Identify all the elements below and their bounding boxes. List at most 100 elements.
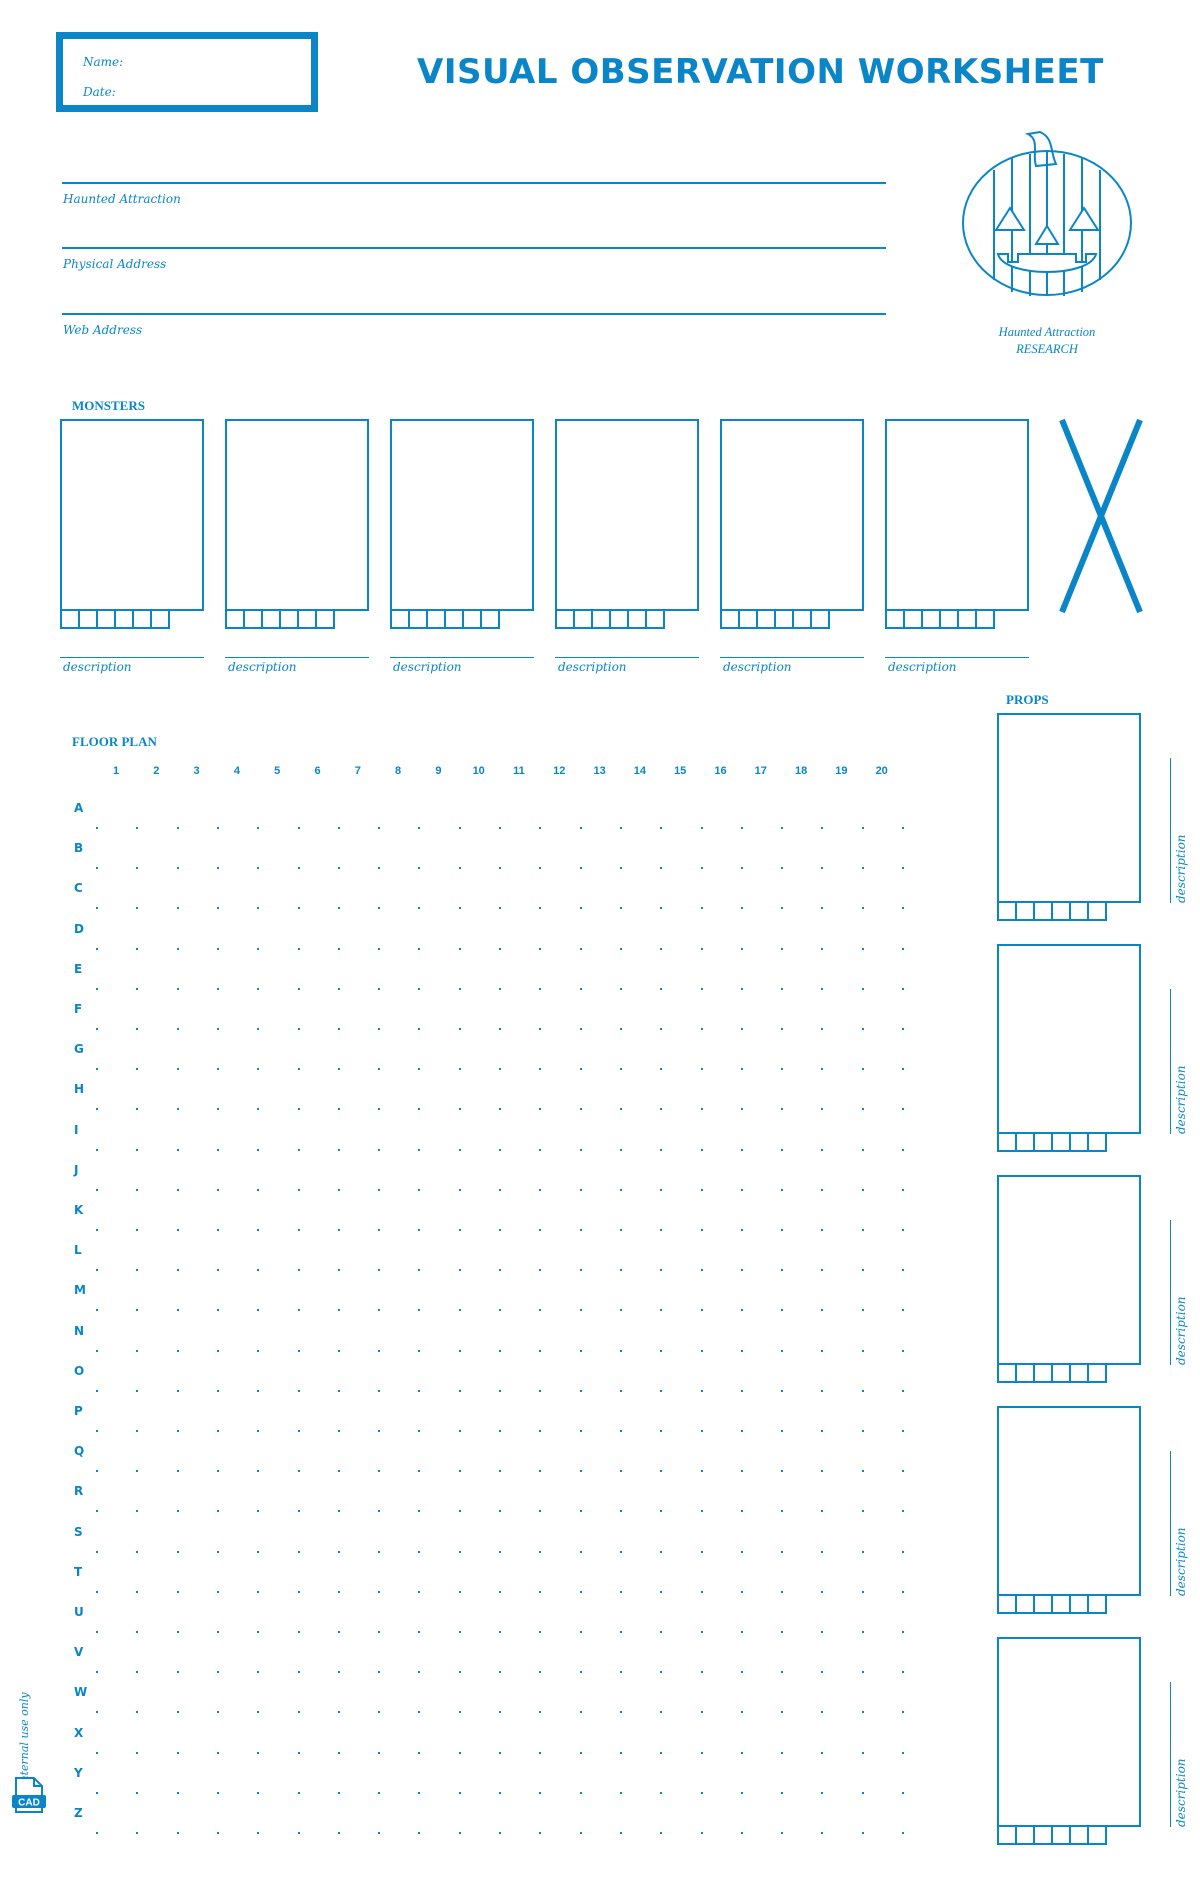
monster-card-tabs[interactable] — [60, 609, 170, 629]
prop-card-tabs[interactable] — [997, 1132, 1107, 1152]
monster-card-tabs[interactable] — [225, 609, 335, 629]
tab-box[interactable] — [1033, 901, 1053, 921]
tab-box[interactable] — [997, 1825, 1017, 1845]
monster-card[interactable] — [555, 419, 699, 611]
monster-card-tabs[interactable] — [390, 609, 500, 629]
tab-box[interactable] — [997, 1363, 1017, 1383]
tab-box[interactable] — [921, 609, 941, 629]
monster-card[interactable] — [390, 419, 534, 611]
tab-box[interactable] — [1069, 901, 1089, 921]
monster-description-line[interactable] — [720, 657, 864, 658]
tab-box[interactable] — [1087, 1594, 1107, 1614]
prop-card-tabs[interactable] — [997, 1594, 1107, 1614]
tab-box[interactable] — [997, 1594, 1017, 1614]
tab-box[interactable] — [297, 609, 317, 629]
monster-card[interactable] — [225, 419, 369, 611]
prop-description-line[interactable] — [1170, 989, 1171, 1134]
tab-box[interactable] — [279, 609, 299, 629]
tab-box[interactable] — [720, 609, 740, 629]
tab-box[interactable] — [1033, 1363, 1053, 1383]
tab-box[interactable] — [792, 609, 812, 629]
tab-box[interactable] — [462, 609, 482, 629]
physical-address-line[interactable] — [62, 247, 886, 249]
tab-box[interactable] — [390, 609, 410, 629]
tab-box[interactable] — [975, 609, 995, 629]
tab-box[interactable] — [609, 609, 629, 629]
tab-box[interactable] — [243, 609, 263, 629]
tab-box[interactable] — [1069, 1594, 1089, 1614]
tab-box[interactable] — [480, 609, 500, 629]
monster-card-tabs[interactable] — [885, 609, 995, 629]
tab-box[interactable] — [1087, 901, 1107, 921]
tab-box[interactable] — [885, 609, 905, 629]
tab-box[interactable] — [132, 609, 152, 629]
tab-box[interactable] — [1051, 1132, 1071, 1152]
prop-description-line[interactable] — [1170, 758, 1171, 903]
tab-box[interactable] — [78, 609, 98, 629]
tab-box[interactable] — [60, 609, 80, 629]
tab-box[interactable] — [1069, 1132, 1089, 1152]
haunted-attraction-line[interactable] — [62, 182, 886, 184]
tab-box[interactable] — [810, 609, 830, 629]
monster-card-tabs[interactable] — [555, 609, 665, 629]
tab-box[interactable] — [957, 609, 977, 629]
tab-box[interactable] — [444, 609, 464, 629]
tab-box[interactable] — [426, 609, 446, 629]
prop-card[interactable] — [997, 1406, 1141, 1596]
tab-box[interactable] — [627, 609, 647, 629]
prop-card-tabs[interactable] — [997, 901, 1107, 921]
tab-box[interactable] — [573, 609, 593, 629]
monster-card[interactable] — [885, 419, 1029, 611]
monster-description-line[interactable] — [60, 657, 204, 658]
tab-box[interactable] — [1015, 1363, 1035, 1383]
tab-box[interactable] — [591, 609, 611, 629]
prop-description-line[interactable] — [1170, 1451, 1171, 1596]
monster-description-line[interactable] — [555, 657, 699, 658]
tab-box[interactable] — [96, 609, 116, 629]
prop-card-tabs[interactable] — [997, 1825, 1107, 1845]
tab-box[interactable] — [738, 609, 758, 629]
tab-box[interactable] — [1069, 1363, 1089, 1383]
monster-card-tabs[interactable] — [720, 609, 830, 629]
prop-card-tabs[interactable] — [997, 1363, 1107, 1383]
prop-description-line[interactable] — [1170, 1220, 1171, 1365]
prop-description-line[interactable] — [1170, 1682, 1171, 1827]
tab-box[interactable] — [1033, 1825, 1053, 1845]
tab-box[interactable] — [408, 609, 428, 629]
monster-card[interactable] — [720, 419, 864, 611]
prop-card[interactable] — [997, 944, 1141, 1134]
tab-box[interactable] — [315, 609, 335, 629]
tab-box[interactable] — [1087, 1825, 1107, 1845]
tab-box[interactable] — [756, 609, 776, 629]
tab-box[interactable] — [774, 609, 794, 629]
tab-box[interactable] — [903, 609, 923, 629]
tab-box[interactable] — [1033, 1132, 1053, 1152]
tab-box[interactable] — [1087, 1363, 1107, 1383]
monster-description-line[interactable] — [885, 657, 1029, 658]
tab-box[interactable] — [1051, 1825, 1071, 1845]
prop-card[interactable] — [997, 1175, 1141, 1365]
monster-card[interactable] — [60, 419, 204, 611]
prop-card[interactable] — [997, 713, 1141, 903]
tab-box[interactable] — [261, 609, 281, 629]
monster-description-line[interactable] — [225, 657, 369, 658]
tab-box[interactable] — [645, 609, 665, 629]
tab-box[interactable] — [1087, 1132, 1107, 1152]
web-address-line[interactable] — [62, 313, 886, 315]
prop-card[interactable] — [997, 1637, 1141, 1827]
tab-box[interactable] — [1051, 901, 1071, 921]
tab-box[interactable] — [1051, 1363, 1071, 1383]
tab-box[interactable] — [1015, 1594, 1035, 1614]
tab-box[interactable] — [114, 609, 134, 629]
tab-box[interactable] — [997, 901, 1017, 921]
tab-box[interactable] — [939, 609, 959, 629]
tab-box[interactable] — [1015, 901, 1035, 921]
tab-box[interactable] — [1015, 1825, 1035, 1845]
tab-box[interactable] — [1033, 1594, 1053, 1614]
tab-box[interactable] — [150, 609, 170, 629]
tab-box[interactable] — [997, 1132, 1017, 1152]
tab-box[interactable] — [1051, 1594, 1071, 1614]
tab-box[interactable] — [225, 609, 245, 629]
tab-box[interactable] — [1015, 1132, 1035, 1152]
monster-description-line[interactable] — [390, 657, 534, 658]
